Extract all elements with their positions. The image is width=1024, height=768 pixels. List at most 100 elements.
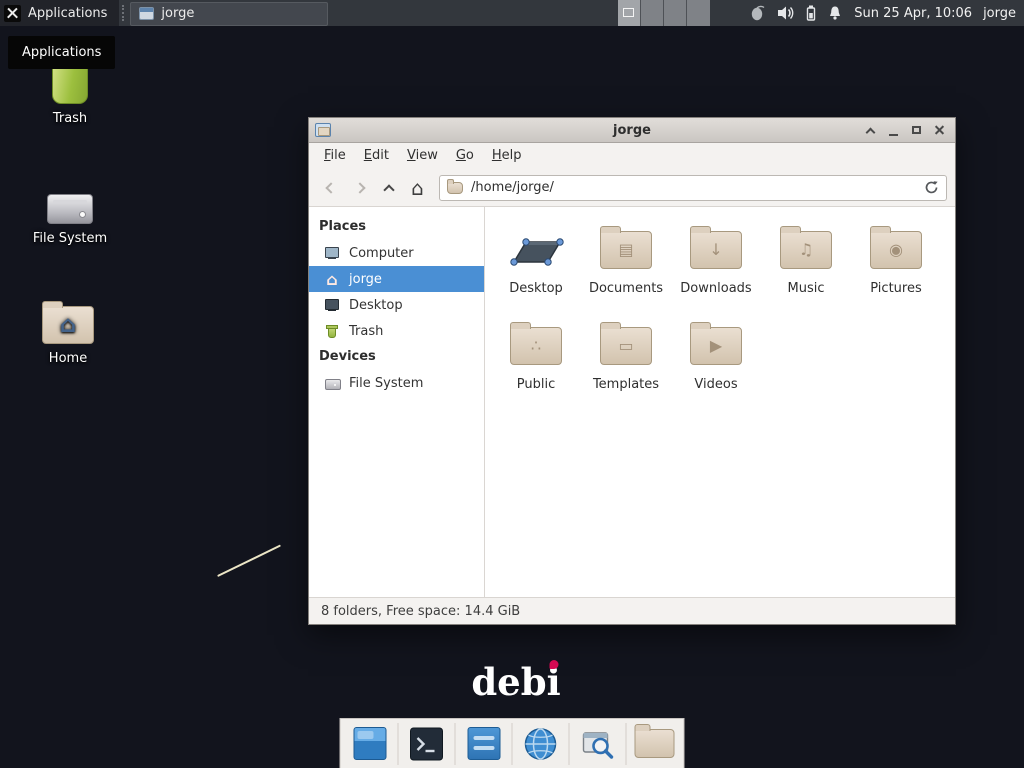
applications-menu-button[interactable]: Applications (0, 0, 119, 26)
desktop-icon-file-system[interactable]: File System (28, 172, 112, 246)
folder-icon: ▤ (600, 231, 652, 269)
file-item-templates[interactable]: ▭ Templates (581, 317, 671, 413)
panel-clock[interactable]: Sun 25 Apr, 10:06 (854, 6, 972, 21)
applications-tooltip: Applications (8, 36, 115, 69)
desktop-surface-icon (507, 221, 565, 279)
taskbar-window-icon (139, 7, 154, 20)
minimize-button[interactable] (883, 120, 903, 140)
folder-icon: ♫ (780, 231, 832, 269)
top-panel: Applications jorge (0, 0, 1024, 26)
menu-edit[interactable]: Edit (355, 143, 398, 169)
dock-separator (455, 723, 456, 765)
templates-emblem-icon: ▭ (601, 328, 651, 364)
applications-menu-label: Applications (28, 6, 107, 21)
notification-bell-icon[interactable] (827, 5, 843, 21)
folder-icon: ∴ (510, 327, 562, 365)
web-browser-globe-icon (524, 727, 558, 761)
videos-emblem-icon: ▶ (691, 328, 741, 364)
folder-icon: ◉ (870, 231, 922, 269)
statusbar: 8 folders, Free space: 14.4 GiB (309, 597, 955, 624)
file-item-music[interactable]: ♫ Music (761, 221, 851, 317)
public-emblem-icon: ∴ (511, 328, 561, 364)
menu-file[interactable]: File (315, 143, 355, 169)
file-manager-folder-icon (635, 729, 675, 758)
battery-icon[interactable] (806, 5, 816, 21)
workspace-3[interactable] (664, 0, 687, 26)
workspace-1[interactable] (618, 0, 641, 26)
up-button[interactable] (375, 174, 402, 201)
maximize-button[interactable] (906, 120, 926, 140)
shade-icon (865, 127, 875, 137)
tray-app-icon[interactable] (749, 5, 766, 22)
file-item-desktop[interactable]: Desktop (491, 221, 581, 317)
file-item-documents[interactable]: ▤ Documents (581, 221, 671, 317)
file-item-videos[interactable]: ▶ Videos (671, 317, 761, 413)
sidebar-item-trash[interactable]: Trash (309, 318, 484, 344)
computer-icon (324, 245, 340, 261)
panel-username[interactable]: jorge (983, 6, 1016, 21)
workspace-2[interactable] (641, 0, 664, 26)
close-button[interactable] (929, 120, 949, 140)
location-bar[interactable] (439, 175, 947, 201)
desktop-icon-label: Home (26, 351, 110, 366)
path-input[interactable] (471, 180, 916, 195)
window-icon (315, 123, 331, 137)
dock-separator (398, 723, 399, 765)
minimize-icon (889, 134, 898, 136)
home-button[interactable]: ⌂ (404, 174, 431, 201)
launcher-web-browser[interactable] (520, 722, 562, 766)
launcher-settings[interactable] (463, 722, 505, 766)
launcher-file-manager[interactable] (634, 722, 676, 766)
documents-emblem-icon: ▤ (601, 232, 651, 268)
shade-button[interactable] (860, 120, 880, 140)
drive-icon (324, 375, 340, 391)
menubar: File Edit View Go Help (309, 143, 955, 169)
desktop-icon (324, 297, 340, 313)
close-icon (934, 125, 945, 136)
trash-icon (52, 64, 88, 104)
sidebar-item-computer[interactable]: Computer (309, 240, 484, 266)
maximize-icon (912, 126, 921, 134)
taskbar-window-label: jorge (161, 6, 194, 21)
sidebar-item-desktop[interactable]: Desktop (309, 292, 484, 318)
launcher-terminal[interactable] (406, 722, 448, 766)
file-item-public[interactable]: ∴ Public (491, 317, 581, 413)
menu-view[interactable]: View (398, 143, 447, 169)
sidebar: Places Computer jorge Desktop Trash Devi… (309, 207, 485, 597)
workspace-4[interactable] (687, 0, 710, 26)
desktop-icon-label: File System (28, 231, 112, 246)
dock (340, 718, 685, 768)
applications-tooltip-text: Applications (22, 45, 101, 60)
file-item-pictures[interactable]: ◉ Pictures (851, 221, 941, 317)
applications-menu-icon (4, 5, 21, 22)
dock-separator (626, 723, 627, 765)
panel-drag-handle[interactable] (122, 5, 127, 21)
menu-help[interactable]: Help (483, 143, 531, 169)
sidebar-item-file-system[interactable]: File System (309, 370, 484, 396)
window-titlebar[interactable]: jorge (309, 118, 955, 143)
menu-go[interactable]: Go (447, 143, 483, 169)
toolbar: ⌂ (309, 169, 955, 207)
terminal-icon (410, 727, 444, 761)
settings-icon (467, 727, 500, 760)
up-icon (383, 184, 394, 195)
file-item-downloads[interactable]: ↓ Downloads (671, 221, 761, 317)
places-header: Places (309, 214, 484, 240)
file-list: Desktop ▤ Documents ↓ Downloads ♫ Music … (485, 207, 955, 597)
launcher-application-finder[interactable] (577, 722, 619, 766)
downloads-emblem-icon: ↓ (691, 232, 741, 268)
music-emblem-icon: ♫ (781, 232, 831, 268)
show-desktop-icon (353, 727, 386, 760)
folder-icon: ▶ (690, 327, 742, 365)
volume-icon[interactable] (777, 5, 795, 21)
home-icon: ⌂ (411, 178, 424, 198)
forward-button[interactable] (346, 174, 373, 201)
taskbar-window-button[interactable]: jorge (130, 2, 328, 26)
desktop-icon-label: Trash (28, 111, 112, 126)
desktop-icon-home[interactable]: ⌂ Home (26, 292, 110, 366)
reload-button[interactable] (924, 180, 939, 195)
back-button[interactable] (317, 174, 344, 201)
forward-icon (354, 182, 365, 193)
launcher-show-desktop[interactable] (349, 722, 391, 766)
sidebar-item-jorge[interactable]: jorge (309, 266, 484, 292)
